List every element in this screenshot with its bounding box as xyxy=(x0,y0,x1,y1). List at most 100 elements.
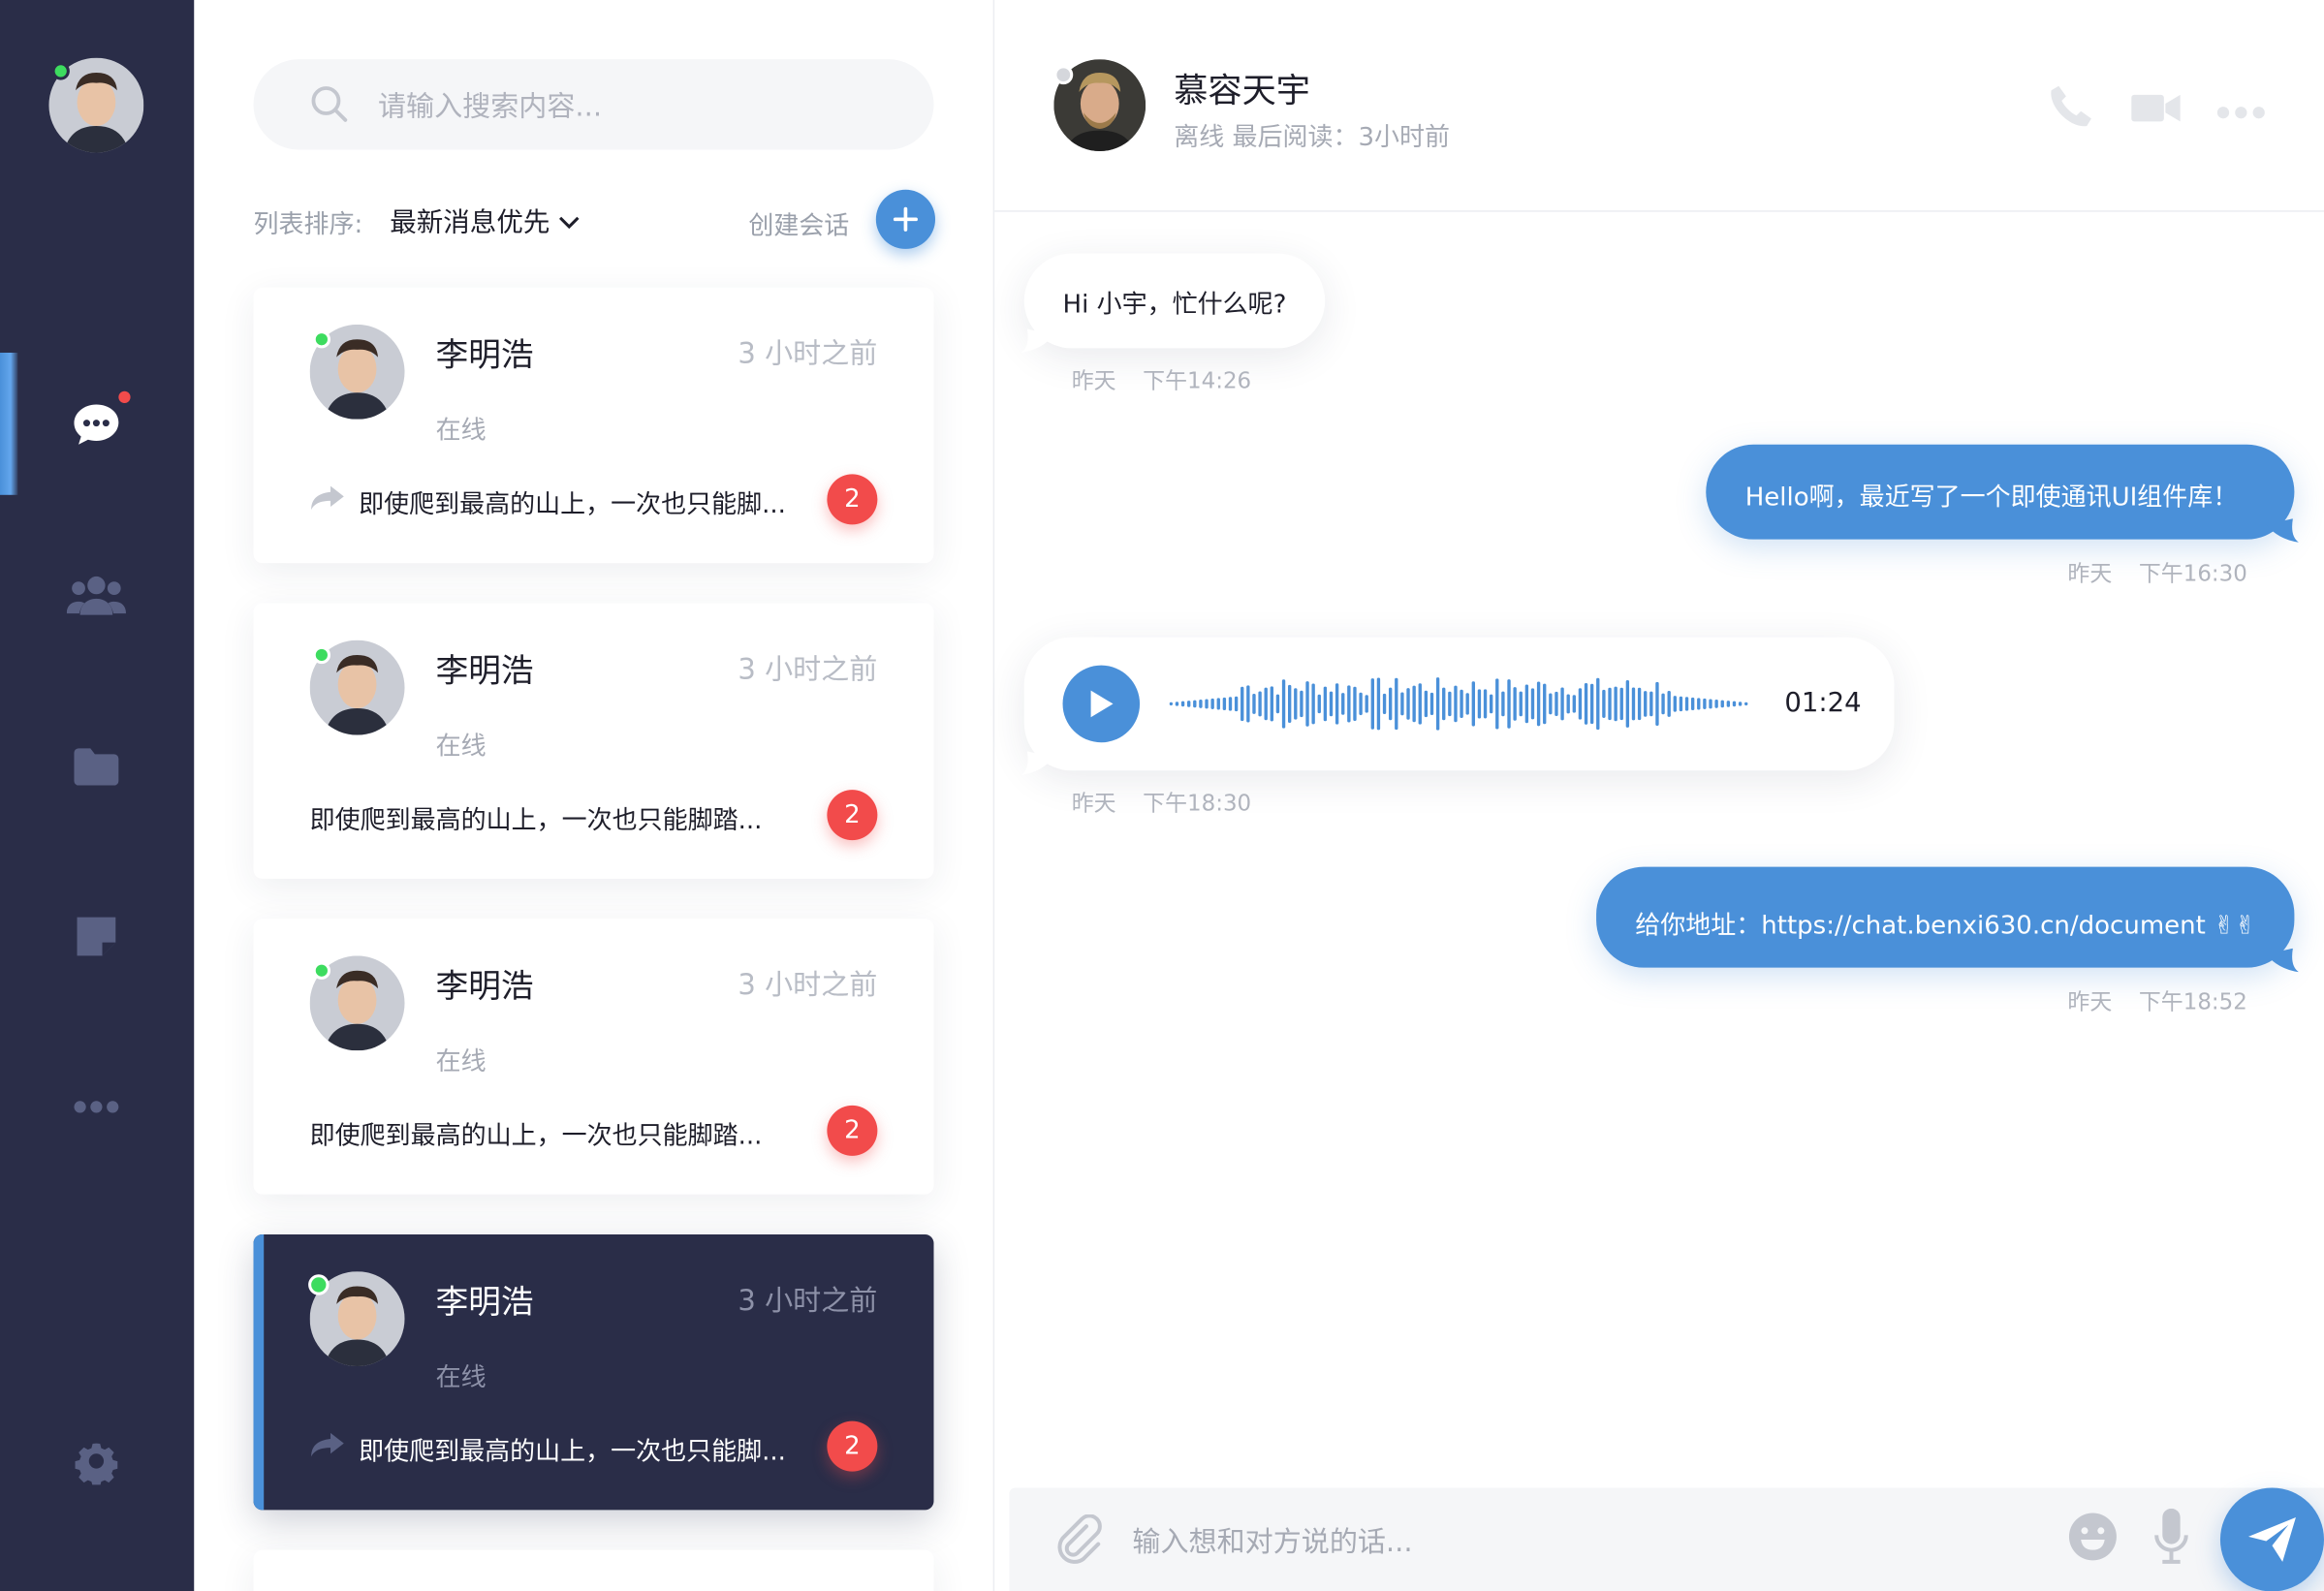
send-button[interactable] xyxy=(2219,1487,2324,1591)
waveform-bar xyxy=(1649,691,1653,717)
paperclip-icon[interactable] xyxy=(1053,1513,1104,1571)
waveform-bar xyxy=(1281,679,1286,729)
waveform-bar xyxy=(1543,683,1547,725)
users-icon[interactable] xyxy=(66,566,126,625)
phone-icon[interactable] xyxy=(2047,83,2094,137)
waveform-bar xyxy=(1720,700,1724,708)
waveform-bar xyxy=(1631,687,1636,721)
waveform-bar xyxy=(1483,689,1488,719)
waveform-bar xyxy=(1353,686,1357,722)
waveform-bar xyxy=(1732,701,1737,707)
contact-status: 在线 xyxy=(435,1047,487,1077)
waveform-bar xyxy=(1370,678,1375,730)
waveform-bar xyxy=(1673,696,1677,712)
online-indicator xyxy=(312,961,331,980)
note-icon[interactable] xyxy=(67,907,126,966)
waveform-bar xyxy=(1180,701,1185,707)
audio-waveform[interactable] xyxy=(1169,674,1757,733)
waveform-bar xyxy=(1264,687,1268,721)
message-time: 3 小时之前 xyxy=(738,969,878,1002)
online-indicator xyxy=(312,645,331,665)
waveform-bar xyxy=(1549,693,1553,715)
waveform-bar xyxy=(1454,685,1458,723)
message-bubble-incoming[interactable]: Hi 小宇，忙什么呢? xyxy=(1023,253,1326,349)
contact-name: 慕容天宇 xyxy=(1174,72,1310,111)
sort-dropdown[interactable]: 最新消息优先 xyxy=(390,202,550,240)
video-icon[interactable] xyxy=(2131,92,2182,131)
bubble-tail xyxy=(2266,948,2300,973)
waveform-bar xyxy=(1536,681,1541,727)
chat-app: 请输入搜索内容... 列表排序: 最新消息优先 创建会话 李明浩 3 小时之前 … xyxy=(0,0,2324,1591)
add-conversation-button[interactable] xyxy=(875,189,936,249)
play-button[interactable] xyxy=(1062,665,1141,743)
waveform-bar xyxy=(1530,688,1535,720)
microphone-icon[interactable] xyxy=(2153,1508,2189,1571)
waveform-bar xyxy=(1252,693,1256,714)
contact-status: 在线 xyxy=(435,732,487,763)
waveform-bar xyxy=(1210,698,1214,709)
bubble-tail xyxy=(1021,328,1054,353)
voice-message-bubble[interactable]: 01:24 xyxy=(1023,637,1895,771)
waveform-bar xyxy=(1714,700,1718,708)
waveform-bar xyxy=(1186,701,1191,707)
message-time: 3 小时之前 xyxy=(738,337,878,371)
play-icon xyxy=(1090,690,1114,718)
conversation-item[interactable] xyxy=(253,1549,934,1591)
chevron-down-icon[interactable] xyxy=(559,207,580,235)
contact-name: 李明浩 xyxy=(435,1284,534,1323)
waveform-bar xyxy=(1169,702,1174,706)
waveform-bar xyxy=(1667,690,1671,717)
last-message: 即使爬到最高的山上，一次也只能脚踏... xyxy=(309,1121,763,1152)
search-box[interactable]: 请输入搜索内容... xyxy=(253,59,934,150)
more-icon[interactable] xyxy=(67,1077,126,1137)
waveform-bar xyxy=(1199,700,1203,708)
waveform-bar xyxy=(1744,702,1748,706)
waveform-bar xyxy=(1697,698,1701,710)
waveform-bar xyxy=(1679,696,1683,712)
unread-count-badge: 2 xyxy=(827,1420,878,1472)
folder-icon[interactable] xyxy=(67,736,126,796)
waveform-bar xyxy=(1258,691,1262,717)
message-bubble-outgoing[interactable]: 给你地址：https://chat.benxi630.cn/document ✌… xyxy=(1596,866,2295,968)
conversation-item[interactable]: 李明浩 3 小时之前 在线 即使爬到最高的山上，一次也只能脚... 2 xyxy=(253,287,934,564)
waveform-bar xyxy=(1703,698,1707,709)
conversation-item[interactable]: 李明浩 3 小时之前 在线 即使爬到最高的山上，一次也只能脚踏... 2 xyxy=(253,919,934,1195)
gear-icon[interactable] xyxy=(67,1431,126,1490)
last-message: 即使爬到最高的山上，一次也只能脚踏... xyxy=(309,805,763,836)
more-options-icon[interactable] xyxy=(2215,98,2266,126)
waveform-bar xyxy=(1275,694,1280,714)
waveform-bar xyxy=(1216,698,1220,710)
waveform-bar xyxy=(1270,686,1274,722)
waveform-bar xyxy=(1323,686,1328,722)
message-time: 3 小时之前 xyxy=(738,1284,878,1318)
waveform-bar xyxy=(1578,688,1583,720)
waveform-bar xyxy=(1489,694,1493,714)
unread-count-badge: 2 xyxy=(827,474,878,525)
message-day: 昨天 xyxy=(2067,560,2113,587)
waveform-bar xyxy=(1429,692,1434,715)
waveform-bar xyxy=(1513,687,1517,721)
waveform-bar xyxy=(1477,689,1482,719)
chat-icon[interactable] xyxy=(67,394,126,453)
unread-count-badge: 2 xyxy=(827,790,878,841)
waveform-bar xyxy=(1460,689,1463,719)
waveform-bar xyxy=(1222,697,1227,711)
message-time: 3 小时之前 xyxy=(738,653,878,687)
waveform-bar xyxy=(1619,687,1623,721)
emoji-icon[interactable] xyxy=(2067,1512,2118,1568)
waveform-bar xyxy=(1608,687,1612,721)
waveform-bar xyxy=(1341,693,1345,715)
create-conversation-label[interactable]: 创建会话 xyxy=(748,204,849,242)
search-input[interactable]: 请输入搜索内容... xyxy=(378,84,602,124)
waveform-bar xyxy=(1175,702,1179,706)
waveform-bar xyxy=(1294,688,1298,720)
waveform-bar xyxy=(1637,687,1642,721)
waveform-bar xyxy=(1560,687,1564,721)
message-bubble-outgoing[interactable]: Hello啊，最近写了一个即使通讯UI组件库！ xyxy=(1706,444,2295,540)
waveform-bar xyxy=(1614,686,1617,722)
contact-name: 李明浩 xyxy=(435,653,534,691)
message-input[interactable]: 输入想和对方说的话... xyxy=(1132,1520,1412,1560)
conversation-item-active[interactable]: 李明浩 3 小时之前 在线 即使爬到最高的山上，一次也只能脚... 2 xyxy=(253,1233,934,1511)
contact-name: 李明浩 xyxy=(435,337,534,375)
conversation-item[interactable]: 李明浩 3 小时之前 在线 即使爬到最高的山上，一次也只能脚踏... 2 xyxy=(253,603,934,879)
